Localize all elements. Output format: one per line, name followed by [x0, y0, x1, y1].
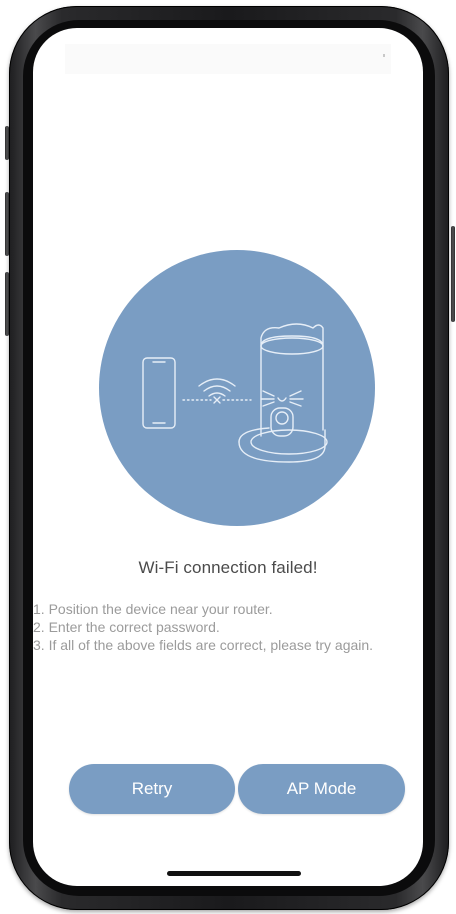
failed-x-icon: [213, 396, 221, 404]
tip-item: 1. Position the device near your router.: [33, 601, 273, 617]
tip-item: 2. Enter the correct password.: [33, 619, 220, 635]
connection-illustration: [99, 250, 375, 526]
mute-switch: [5, 126, 9, 160]
illustration-graphic: [142, 323, 328, 463]
connection-failed-title: Wi-Fi connection failed!: [138, 558, 318, 577]
volume-down-button: [5, 272, 9, 336]
ap-mode-button[interactable]: AP Mode: [238, 764, 405, 814]
pet-feeder-icon: [238, 323, 328, 463]
status-bar: [65, 44, 391, 74]
wifi-icon: [198, 378, 236, 397]
app-screen: Wi-Fi connection failed! 1. Position the…: [33, 28, 423, 886]
volume-up-button: [5, 192, 9, 256]
phone-device: Wi-Fi connection failed! 1. Position the…: [0, 0, 456, 914]
retry-button[interactable]: Retry: [69, 764, 235, 814]
power-button: [451, 226, 455, 322]
tip-item: 3. If all of the above fields are correc…: [33, 637, 374, 653]
phone-icon: [142, 357, 176, 429]
status-indicator: [383, 54, 385, 57]
home-indicator[interactable]: [167, 871, 301, 876]
troubleshooting-tips: 1. Position the device near your router.…: [33, 600, 383, 654]
